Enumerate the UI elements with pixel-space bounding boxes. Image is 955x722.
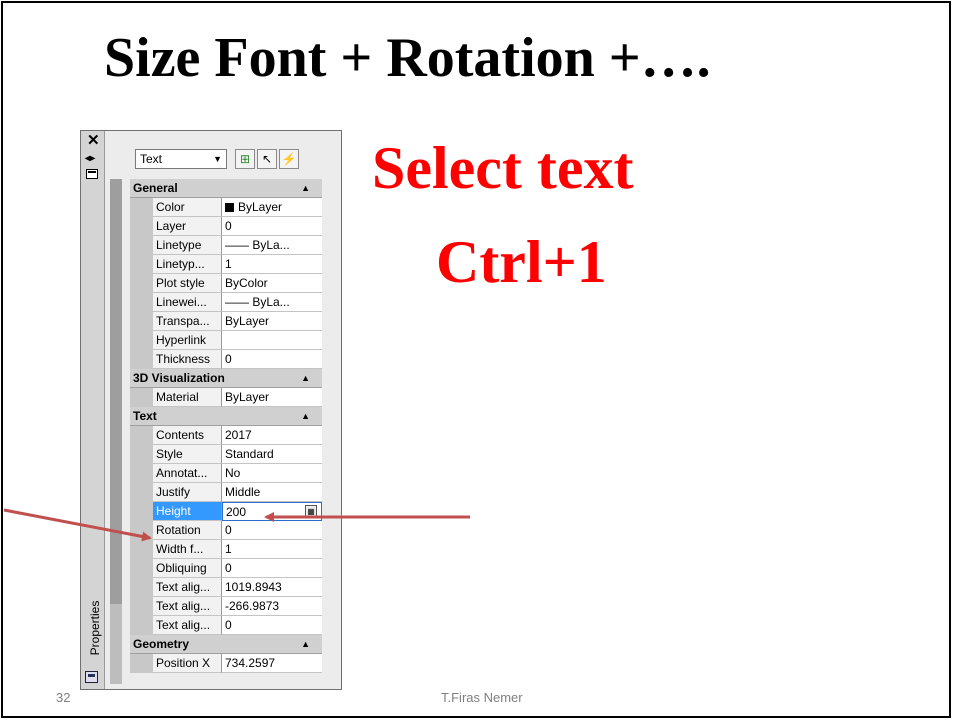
arrow-to-height-label — [3, 508, 152, 542]
annotation-arrows — [3, 508, 470, 542]
page-number: 32 — [56, 690, 71, 705]
footer-author: T.Firas Nemer — [441, 690, 523, 705]
